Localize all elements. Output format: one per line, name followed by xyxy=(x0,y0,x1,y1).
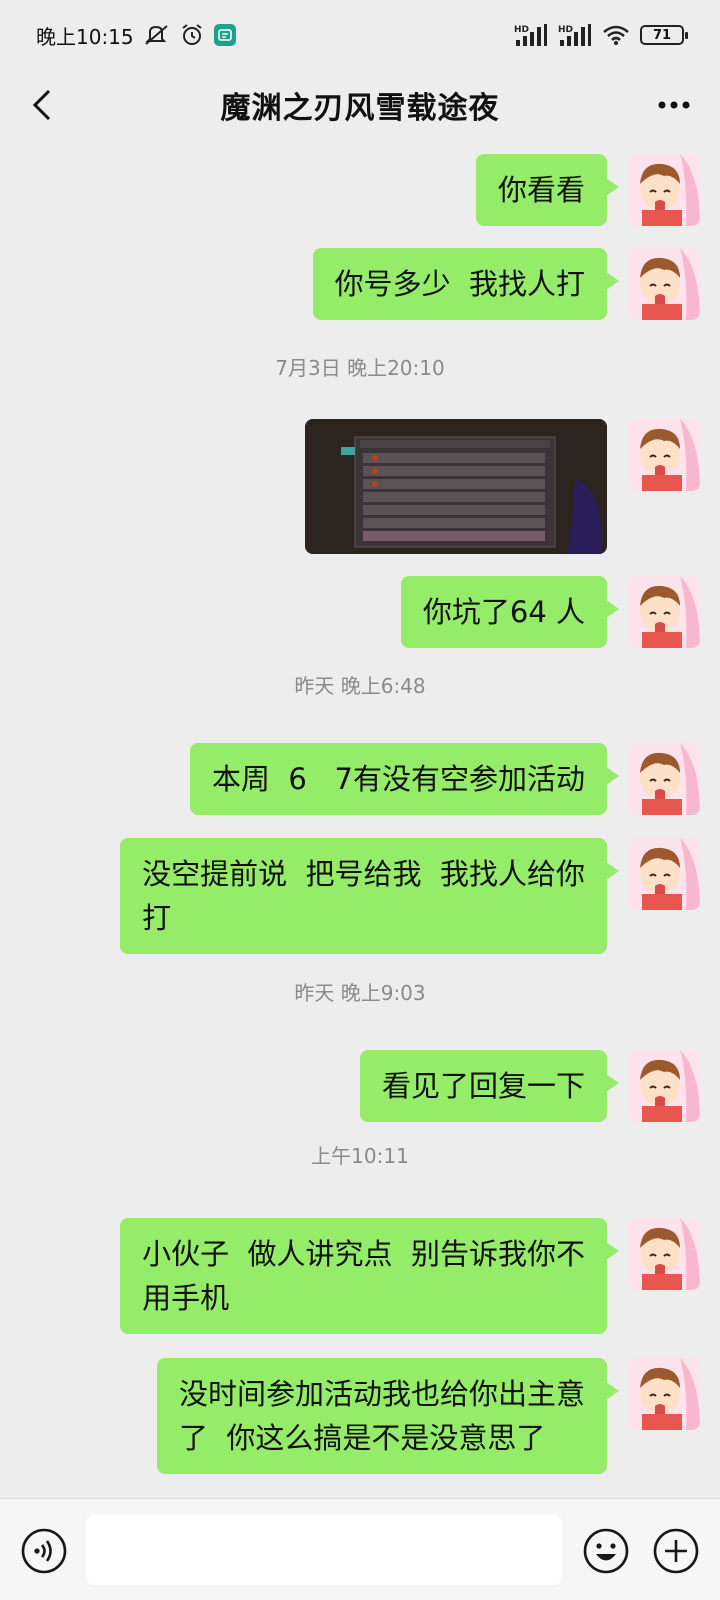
plus-icon xyxy=(653,1528,699,1574)
message-bubble[interactable]: 你看看 xyxy=(475,154,620,226)
signal-icon: HD xyxy=(514,23,548,47)
avatar-image xyxy=(628,838,700,910)
alarm-icon xyxy=(180,23,204,47)
more-button[interactable] xyxy=(652,84,696,126)
avatar-image xyxy=(628,154,700,226)
signal-label: HD xyxy=(514,25,529,35)
more-dots-icon xyxy=(658,101,690,109)
game-screenshot-image xyxy=(305,419,607,554)
signal-label-2: HD xyxy=(558,25,573,35)
status-time: 晚上10:15 xyxy=(36,24,134,49)
emoji-icon xyxy=(583,1528,629,1574)
signal-icon-2: HD xyxy=(558,23,592,47)
avatar-image xyxy=(628,1218,700,1290)
timestamp: 7月3日 晚上20:10 xyxy=(275,356,445,380)
avatar[interactable] xyxy=(628,248,700,320)
avatar[interactable] xyxy=(628,1218,700,1290)
avatar[interactable] xyxy=(628,419,700,491)
app-notification-icon xyxy=(213,24,236,46)
battery-icon: 71 xyxy=(640,25,688,45)
mute-icon xyxy=(144,24,170,46)
wifi-icon xyxy=(602,24,630,46)
message-bubble[interactable]: 看见了回复一下 xyxy=(359,1050,620,1122)
input-bar xyxy=(0,1498,720,1600)
avatar[interactable] xyxy=(628,743,700,815)
avatar-image xyxy=(628,248,700,320)
avatar-image xyxy=(628,1358,700,1430)
voice-icon xyxy=(21,1528,67,1574)
plus-button[interactable] xyxy=(652,1527,700,1575)
avatar-image xyxy=(628,1050,700,1122)
voice-button[interactable] xyxy=(20,1527,68,1575)
message-bubble[interactable]: 没时间参加活动我也给你出主意 了 你这么搞是不是没意思了 xyxy=(156,1358,620,1474)
timestamp: 昨天 晚上6:48 xyxy=(294,674,426,698)
avatar[interactable] xyxy=(628,1050,700,1122)
timestamp: 上午10:11 xyxy=(311,1144,409,1168)
message-bubble[interactable]: 小伙子 做人讲究点 别告诉我你不 用手机 xyxy=(120,1218,619,1334)
avatar[interactable] xyxy=(628,154,700,226)
message-bubble[interactable]: 你号多少 我找人打 xyxy=(312,248,620,320)
avatar[interactable] xyxy=(628,576,700,648)
avatar-image xyxy=(628,576,700,648)
chat-header: 魔渊之刃风雪载途夜 xyxy=(0,70,720,140)
back-button[interactable] xyxy=(22,84,62,126)
chevron-left-icon xyxy=(32,89,51,121)
image-message[interactable] xyxy=(305,419,607,554)
timestamp: 昨天 晚上9:03 xyxy=(294,981,426,1005)
avatar-image xyxy=(628,743,700,815)
avatar[interactable] xyxy=(628,838,700,910)
avatar[interactable] xyxy=(628,1358,700,1430)
chat-title: 魔渊之刃风雪载途夜 xyxy=(220,91,500,126)
avatar-image xyxy=(628,419,700,491)
status-bar: 晚上10:15 HD HD 71 xyxy=(0,0,720,70)
message-bubble[interactable]: 没空提前说 把号给我 我找人给你 打 xyxy=(120,838,619,954)
message-input[interactable] xyxy=(86,1515,562,1585)
message-bubble[interactable]: 你坑了64 人 xyxy=(400,576,620,648)
emoji-button[interactable] xyxy=(582,1527,630,1575)
message-bubble[interactable]: 本周 6 7有没有空参加活动 xyxy=(190,743,619,815)
chat-message-list[interactable]: 你看看 你号多少 我找人打 7月3日 晚上20:10 你坑了64 人 昨天 晚上… xyxy=(0,140,720,1495)
